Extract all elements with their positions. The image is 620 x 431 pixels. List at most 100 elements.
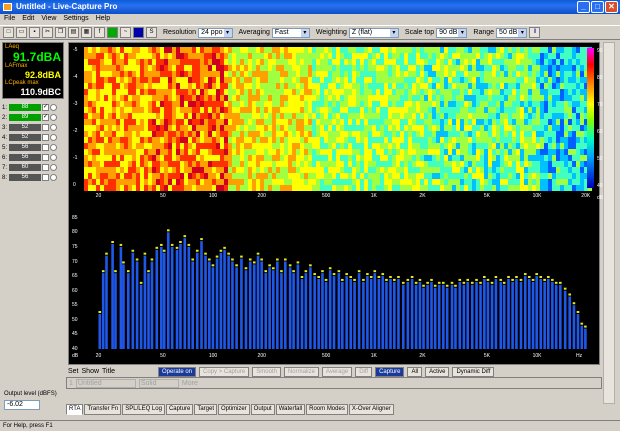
menu-edit[interactable]: Edit — [22, 14, 34, 24]
diff-button[interactable]: Diff — [355, 366, 373, 377]
green-square-icon[interactable] — [107, 27, 118, 38]
operate-on-button[interactable]: Operate on — [158, 366, 197, 377]
channel-checkbox[interactable] — [42, 144, 49, 151]
tab-transfer-fn[interactable]: Transfer Fn — [84, 404, 122, 415]
resolution-select[interactable]: 24 ppo — [198, 27, 233, 38]
pause-icon[interactable]: ‖ — [529, 27, 541, 38]
channel-checkbox[interactable] — [42, 174, 49, 181]
spectrogram-cell — [144, 47, 148, 53]
channel-radio[interactable] — [50, 114, 57, 121]
spectrogram-cell — [344, 131, 348, 137]
tab-room-modes[interactable]: Room Modes — [306, 404, 348, 415]
average-button[interactable]: Average — [321, 366, 353, 377]
channel-radio[interactable] — [50, 174, 57, 181]
minimize-button[interactable]: _ — [577, 1, 590, 13]
spectrogram-cell — [456, 83, 460, 89]
spectrogram-cell — [428, 65, 432, 71]
channel-checkbox[interactable]: ✓ — [42, 104, 49, 111]
fx-icon[interactable]: f — [94, 27, 105, 38]
spectrogram-cell — [428, 173, 432, 179]
capture-button[interactable]: Capture — [375, 366, 405, 377]
open-folder-icon[interactable]: ▭ — [16, 27, 27, 38]
spectrogram-cell — [196, 47, 200, 53]
spectrogram-cell — [412, 47, 416, 53]
rta-bar — [389, 279, 392, 349]
maximize-button[interactable]: □ — [591, 1, 604, 13]
tab-capture[interactable]: Capture — [165, 404, 194, 415]
spectrogram-cell — [356, 47, 360, 53]
cut-icon[interactable]: ✂ — [42, 27, 53, 38]
channel-checkbox[interactable] — [42, 124, 49, 131]
paste-icon[interactable]: ▤ — [68, 27, 79, 38]
spectrogram-cell — [200, 155, 204, 161]
spectrogram-cell — [576, 89, 580, 95]
channel-radio[interactable] — [50, 164, 57, 171]
spectrogram-cell — [84, 185, 88, 191]
menu-file[interactable]: File — [4, 14, 15, 24]
save-icon[interactable]: ▪ — [29, 27, 40, 38]
sound-icon[interactable]: S — [146, 27, 157, 38]
spectrogram-cell — [176, 161, 180, 167]
spectrogram-cell — [496, 83, 500, 89]
averaging-select[interactable]: Fast — [271, 27, 310, 38]
copy-icon[interactable]: ❐ — [55, 27, 66, 38]
dynamic-diff-button[interactable]: Dynamic Diff — [452, 366, 495, 377]
line-graph-icon[interactable]: ~ — [120, 27, 131, 38]
spectrogram-cell — [572, 53, 576, 59]
spectrogram-cell — [212, 83, 216, 89]
tab-waterfall[interactable]: Waterfall — [275, 404, 306, 415]
menu-help[interactable]: Help — [96, 14, 110, 24]
tab-rta[interactable]: RTA — [66, 404, 84, 415]
channel-checkbox[interactable] — [42, 154, 49, 161]
new-file-icon[interactable]: □ — [3, 27, 14, 38]
spectrogram-cell — [420, 59, 424, 65]
spectrogram-cell — [200, 173, 204, 179]
normalize-button[interactable]: Normalize — [283, 366, 319, 377]
tab-optimizer[interactable]: Optimizer — [218, 404, 250, 415]
print-icon[interactable]: ▦ — [81, 27, 92, 38]
scaletop-select[interactable]: 90 dB — [436, 27, 468, 38]
channel-checkbox[interactable] — [42, 164, 49, 171]
spectrogram-cell — [500, 125, 504, 131]
capture-name[interactable]: Untitled — [75, 378, 136, 388]
channel-radio[interactable] — [50, 134, 57, 141]
spectrogram-cell — [376, 185, 380, 191]
smooth-button[interactable]: Smooth — [252, 366, 281, 377]
rta-bar — [252, 264, 256, 349]
more-button[interactable]: More — [182, 380, 198, 387]
channel-radio[interactable] — [50, 124, 57, 131]
spectrogram-cell — [404, 125, 408, 131]
tab-output[interactable]: Output — [250, 404, 275, 415]
tab-target[interactable]: Target — [194, 404, 217, 415]
channel-checkbox[interactable]: ✓ — [42, 114, 49, 121]
channel-radio[interactable] — [50, 104, 57, 111]
scrollbar[interactable] — [603, 42, 615, 404]
menu-view[interactable]: View — [41, 14, 56, 24]
spectrogram-cell — [244, 173, 248, 179]
tab-spl-leq-log[interactable]: SPL/LEQ Log — [122, 404, 165, 415]
channel-checkbox[interactable] — [42, 134, 49, 141]
rta-peak — [479, 281, 482, 284]
output-level-input[interactable]: -6.02 — [4, 400, 40, 410]
spectrogram-cell — [476, 161, 480, 167]
capture-all-button[interactable]: All — [407, 366, 423, 377]
channel-radio[interactable] — [50, 144, 57, 151]
copy-capture-button[interactable]: Copy > Capture — [199, 366, 250, 377]
capture-active-button[interactable]: Active — [425, 366, 450, 377]
menu-settings[interactable]: Settings — [63, 14, 88, 24]
channel-radio[interactable] — [50, 154, 57, 161]
spectrogram-cell — [428, 185, 432, 191]
spectrogram-cell — [360, 83, 364, 89]
weighting-select[interactable]: Z (flat) — [348, 27, 399, 38]
spectrogram-cell — [432, 77, 436, 83]
line-style[interactable]: Solid — [138, 378, 179, 388]
range-select[interactable]: 50 dB — [496, 27, 528, 38]
close-button[interactable]: ✕ — [605, 1, 618, 13]
tab-x-over-aligner[interactable]: X-Over Aligner — [348, 404, 394, 415]
spectrogram-cell — [512, 113, 516, 119]
spectrum-icon[interactable] — [133, 27, 144, 38]
spectrogram-cell — [176, 137, 180, 143]
spectrogram-cell — [180, 77, 184, 83]
spectrogram-cell — [144, 125, 148, 131]
spectrogram-cell — [520, 179, 524, 185]
